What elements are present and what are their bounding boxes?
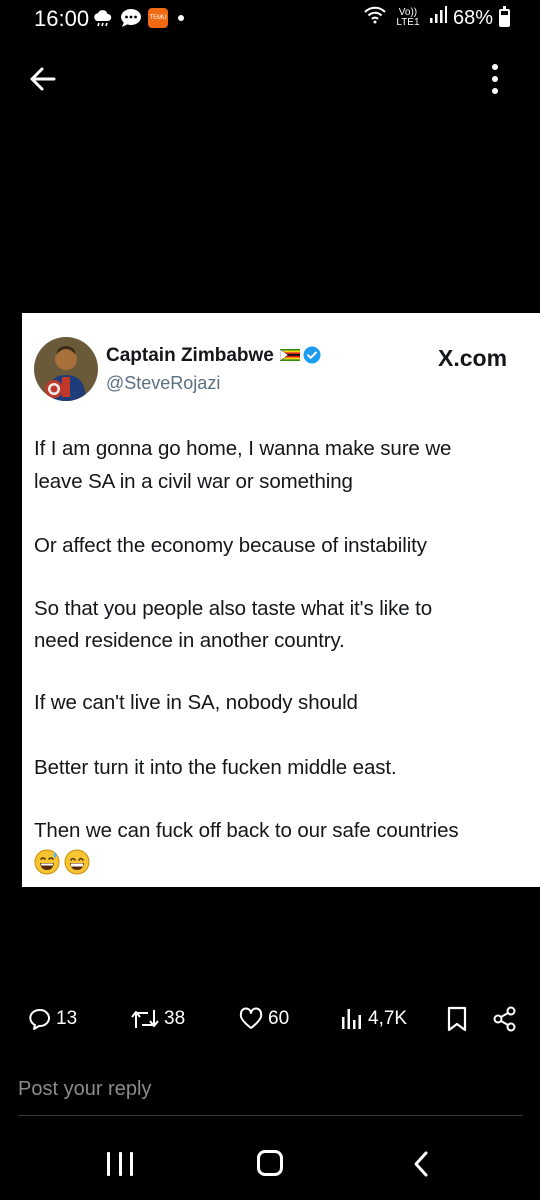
home-button[interactable] (257, 1150, 283, 1176)
network-type: Vo)) LTE1 (396, 7, 420, 28)
tweet-text-line: If we can't live in SA, nobody should (34, 691, 358, 714)
tweet-screenshot-image[interactable]: Captain Zimbabwe @SteveRojazi X.com If I… (22, 313, 540, 887)
tweet-text-line: need residence in another country. (34, 629, 345, 652)
heart-icon (239, 1007, 263, 1029)
repost-count: 38 (164, 1008, 186, 1029)
reply-count: 13 (56, 1008, 78, 1029)
share-button[interactable] (492, 1006, 518, 1032)
like-action[interactable]: 60 (238, 1006, 289, 1032)
wifi-icon (363, 6, 387, 30)
source-label: X.com (438, 345, 508, 371)
nav-back-button[interactable] (410, 1150, 434, 1178)
repost-icon (131, 1010, 159, 1028)
like-count: 60 (268, 1008, 290, 1029)
bookmark-button[interactable] (446, 1006, 468, 1032)
views-action[interactable]: 4,7K (340, 1006, 407, 1032)
signal-icon (429, 6, 447, 30)
tweet-text-line: If I am gonna go home, I wanna make sure… (34, 437, 452, 460)
reply-action[interactable]: 13 (28, 1006, 77, 1032)
views-chart-icon (342, 1009, 361, 1029)
avatar (34, 337, 98, 401)
comment-icon (29, 1008, 50, 1030)
status-right: Vo)) LTE1 68% (363, 6, 510, 30)
share-icon (493, 1006, 516, 1032)
tweet-text-line: Or affect the economy because of instabi… (34, 534, 427, 557)
status-bar: 16:00 TEMU Vo)) LTE1 68% (0, 0, 540, 40)
tweet-text-line: So that you people also taste what it's … (34, 597, 433, 620)
views-count: 4,7K (368, 1008, 408, 1029)
reply-placeholder: Post your reply (18, 1078, 152, 1100)
notification-dot (178, 15, 184, 21)
author-handle: @SteveRojazi (106, 373, 221, 393)
chevron-left-icon (414, 1151, 428, 1177)
author-name: Captain Zimbabwe (106, 345, 321, 367)
more-vertical-icon (492, 64, 498, 70)
back-button[interactable] (26, 62, 60, 96)
grinning-squinting-emoji (64, 849, 90, 875)
bookmark-icon (447, 1006, 467, 1032)
battery-percent: 68% (452, 6, 493, 29)
zimbabwe-flag-icon (279, 348, 300, 361)
tweet-text-line: leave SA in a civil war or something (34, 470, 353, 493)
tweet-text-line: Better turn it into the fucken middle ea… (34, 756, 397, 779)
chat-bubble-icon (120, 8, 142, 28)
emoji-row (34, 849, 90, 875)
status-left-icons: TEMU (92, 8, 184, 28)
battery-icon (499, 6, 510, 27)
recent-apps-icon (107, 1152, 110, 1176)
arrow-left-icon (30, 67, 56, 91)
status-time: 16:00 (34, 6, 90, 31)
more-options-button[interactable] (482, 60, 508, 98)
weather-icon (92, 8, 114, 28)
temu-app-icon: TEMU (148, 8, 168, 28)
tweet-text-line: Then we can fuck off back to our safe co… (34, 819, 459, 842)
grinning-sweat-emoji (34, 849, 60, 875)
recent-apps-button[interactable] (107, 1152, 133, 1176)
repost-action[interactable]: 38 (130, 1006, 185, 1032)
verified-badge-icon (303, 346, 321, 364)
reply-input[interactable]: Post your reply (18, 1076, 522, 1116)
